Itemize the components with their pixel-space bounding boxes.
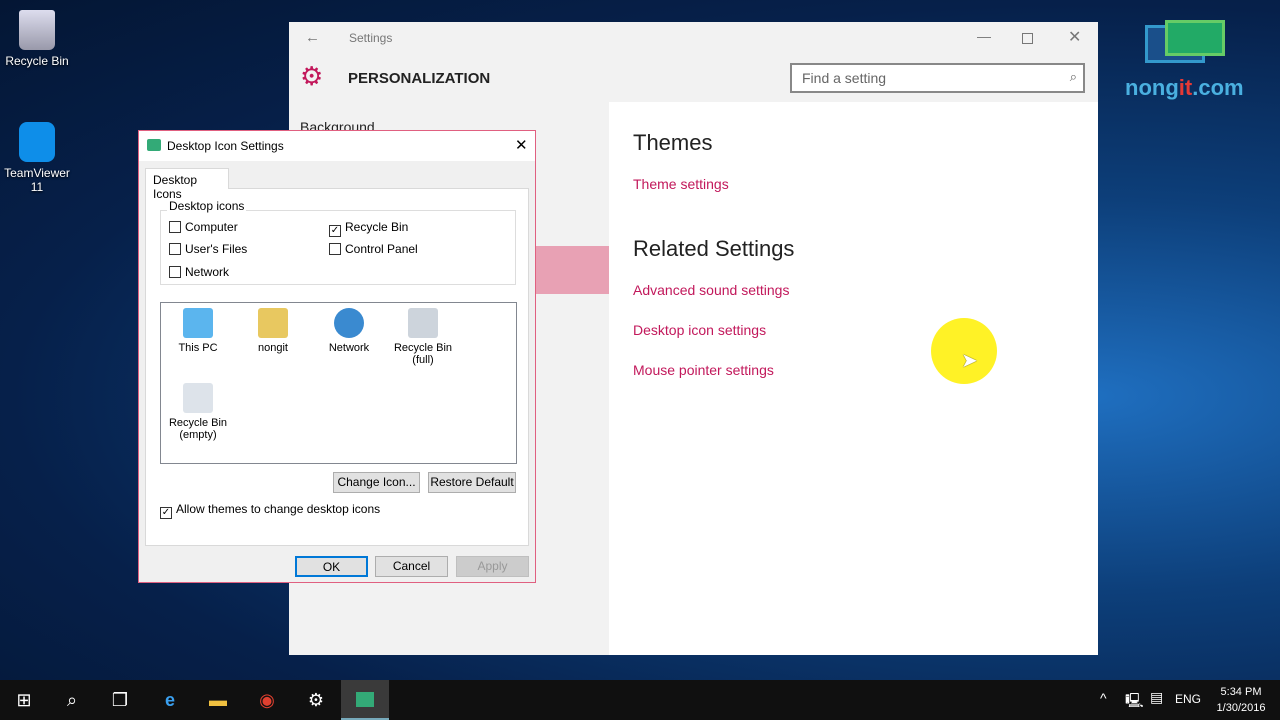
taskbar: ⊞ ⌕ ❐ e ▬ ◉ ⚙ ^ 🖳 ▤ ENG 5:34 PM 1/30/2016 bbox=[0, 680, 1280, 720]
icon-list[interactable]: This PC nongit Network Recycle Bin (full… bbox=[160, 302, 517, 464]
checkbox-recycle-bin[interactable]: ✓ Recycle Bin bbox=[329, 220, 408, 237]
restore-default-button[interactable]: Restore Default bbox=[428, 472, 516, 493]
ok-button[interactable]: OK bbox=[295, 556, 368, 577]
desktop-icon-teamviewer[interactable]: TeamViewer 11 bbox=[2, 122, 72, 194]
themes-heading: Themes bbox=[633, 130, 713, 155]
icon-item-recycle-full[interactable]: Recycle Bin (full) bbox=[387, 308, 459, 366]
icon-item-recycle-empty[interactable]: Recycle Bin (empty) bbox=[162, 383, 234, 441]
search-icon[interactable]: ⌕ bbox=[48, 680, 96, 720]
desktop-icon-settings-task[interactable] bbox=[341, 680, 389, 720]
teamviewer-icon bbox=[19, 122, 55, 162]
checkbox-network[interactable]: Network bbox=[169, 265, 229, 279]
task-view-icon[interactable]: ❐ bbox=[96, 680, 144, 720]
dialog-title-bar: Desktop Icon Settings ✕ bbox=[139, 131, 535, 161]
network-tray-icon[interactable]: 🖳 bbox=[1125, 690, 1144, 714]
mouse-cursor-icon: ➤ bbox=[961, 350, 978, 372]
chrome-icon[interactable]: ◉ bbox=[243, 680, 291, 720]
recycle-bin-empty-icon bbox=[183, 383, 213, 413]
minimize-button[interactable]: — bbox=[977, 28, 991, 44]
dialog-close-button[interactable]: ✕ bbox=[515, 136, 528, 154]
language-indicator[interactable]: ENG bbox=[1175, 692, 1201, 706]
gear-icon: ⚙ bbox=[300, 61, 324, 91]
maximize-button[interactable] bbox=[1022, 33, 1033, 44]
icon-item-user[interactable]: nongit bbox=[237, 308, 309, 354]
back-button[interactable]: ← bbox=[305, 29, 320, 46]
nongit-logo: nongit.com bbox=[1115, 20, 1265, 100]
monitor-icon bbox=[183, 308, 213, 338]
dialog-app-icon bbox=[147, 139, 161, 151]
search-icon: ⌕ bbox=[1069, 69, 1077, 84]
tab-desktop-icons[interactable]: Desktop Icons bbox=[145, 168, 229, 201]
search-input[interactable]: Find a setting ⌕ bbox=[790, 63, 1085, 93]
start-button[interactable]: ⊞ bbox=[0, 680, 48, 720]
edge-icon[interactable]: e bbox=[146, 680, 194, 720]
title-bar: ← Settings — ✕ bbox=[289, 22, 1098, 55]
related-settings-heading: Related Settings bbox=[633, 236, 795, 261]
desktop-icon-recycle-bin[interactable]: Recycle Bin bbox=[2, 10, 72, 68]
settings-gear-icon[interactable]: ⚙ bbox=[292, 680, 340, 720]
close-button[interactable]: ✕ bbox=[1068, 27, 1081, 47]
content-pane: Themes Theme settings Related Settings A… bbox=[609, 102, 1098, 655]
apply-button[interactable]: Apply bbox=[456, 556, 529, 577]
page-title: PERSONALIZATION bbox=[348, 70, 491, 87]
checkbox-control-panel[interactable]: Control Panel bbox=[329, 242, 418, 256]
action-center-icon[interactable]: ▤ bbox=[1150, 689, 1163, 706]
icon-item-network[interactable]: Network bbox=[313, 308, 385, 354]
icon-item-this-pc[interactable]: This PC bbox=[162, 308, 234, 354]
advanced-sound-link[interactable]: Advanced sound settings bbox=[633, 282, 789, 298]
checkbox-users-files[interactable]: User's Files bbox=[169, 242, 247, 256]
change-icon-button[interactable]: Change Icon... bbox=[333, 472, 420, 493]
file-explorer-icon[interactable]: ▬ bbox=[194, 680, 242, 720]
recycle-bin-icon bbox=[19, 10, 55, 50]
allow-themes-checkbox[interactable]: ✓ Allow themes to change desktop icons bbox=[160, 502, 380, 519]
theme-settings-link[interactable]: Theme settings bbox=[633, 176, 729, 192]
window-title: Settings bbox=[349, 31, 393, 45]
recycle-bin-full-icon bbox=[408, 308, 438, 338]
clock[interactable]: 5:34 PM 1/30/2016 bbox=[1210, 684, 1272, 716]
show-hidden-icons[interactable]: ^ bbox=[1100, 690, 1107, 706]
checkbox-computer[interactable]: Computer bbox=[169, 220, 238, 234]
desktop-icon-settings-link[interactable]: Desktop icon settings bbox=[633, 322, 766, 338]
network-icon bbox=[334, 308, 364, 338]
desktop-icon-settings-dialog: Desktop Icon Settings ✕ Desktop Icons De… bbox=[138, 130, 536, 583]
mouse-pointer-link[interactable]: Mouse pointer settings bbox=[633, 362, 774, 378]
cancel-button[interactable]: Cancel bbox=[375, 556, 448, 577]
header: ⚙ PERSONALIZATION Find a setting ⌕ bbox=[289, 55, 1098, 102]
user-folder-icon bbox=[258, 308, 288, 338]
